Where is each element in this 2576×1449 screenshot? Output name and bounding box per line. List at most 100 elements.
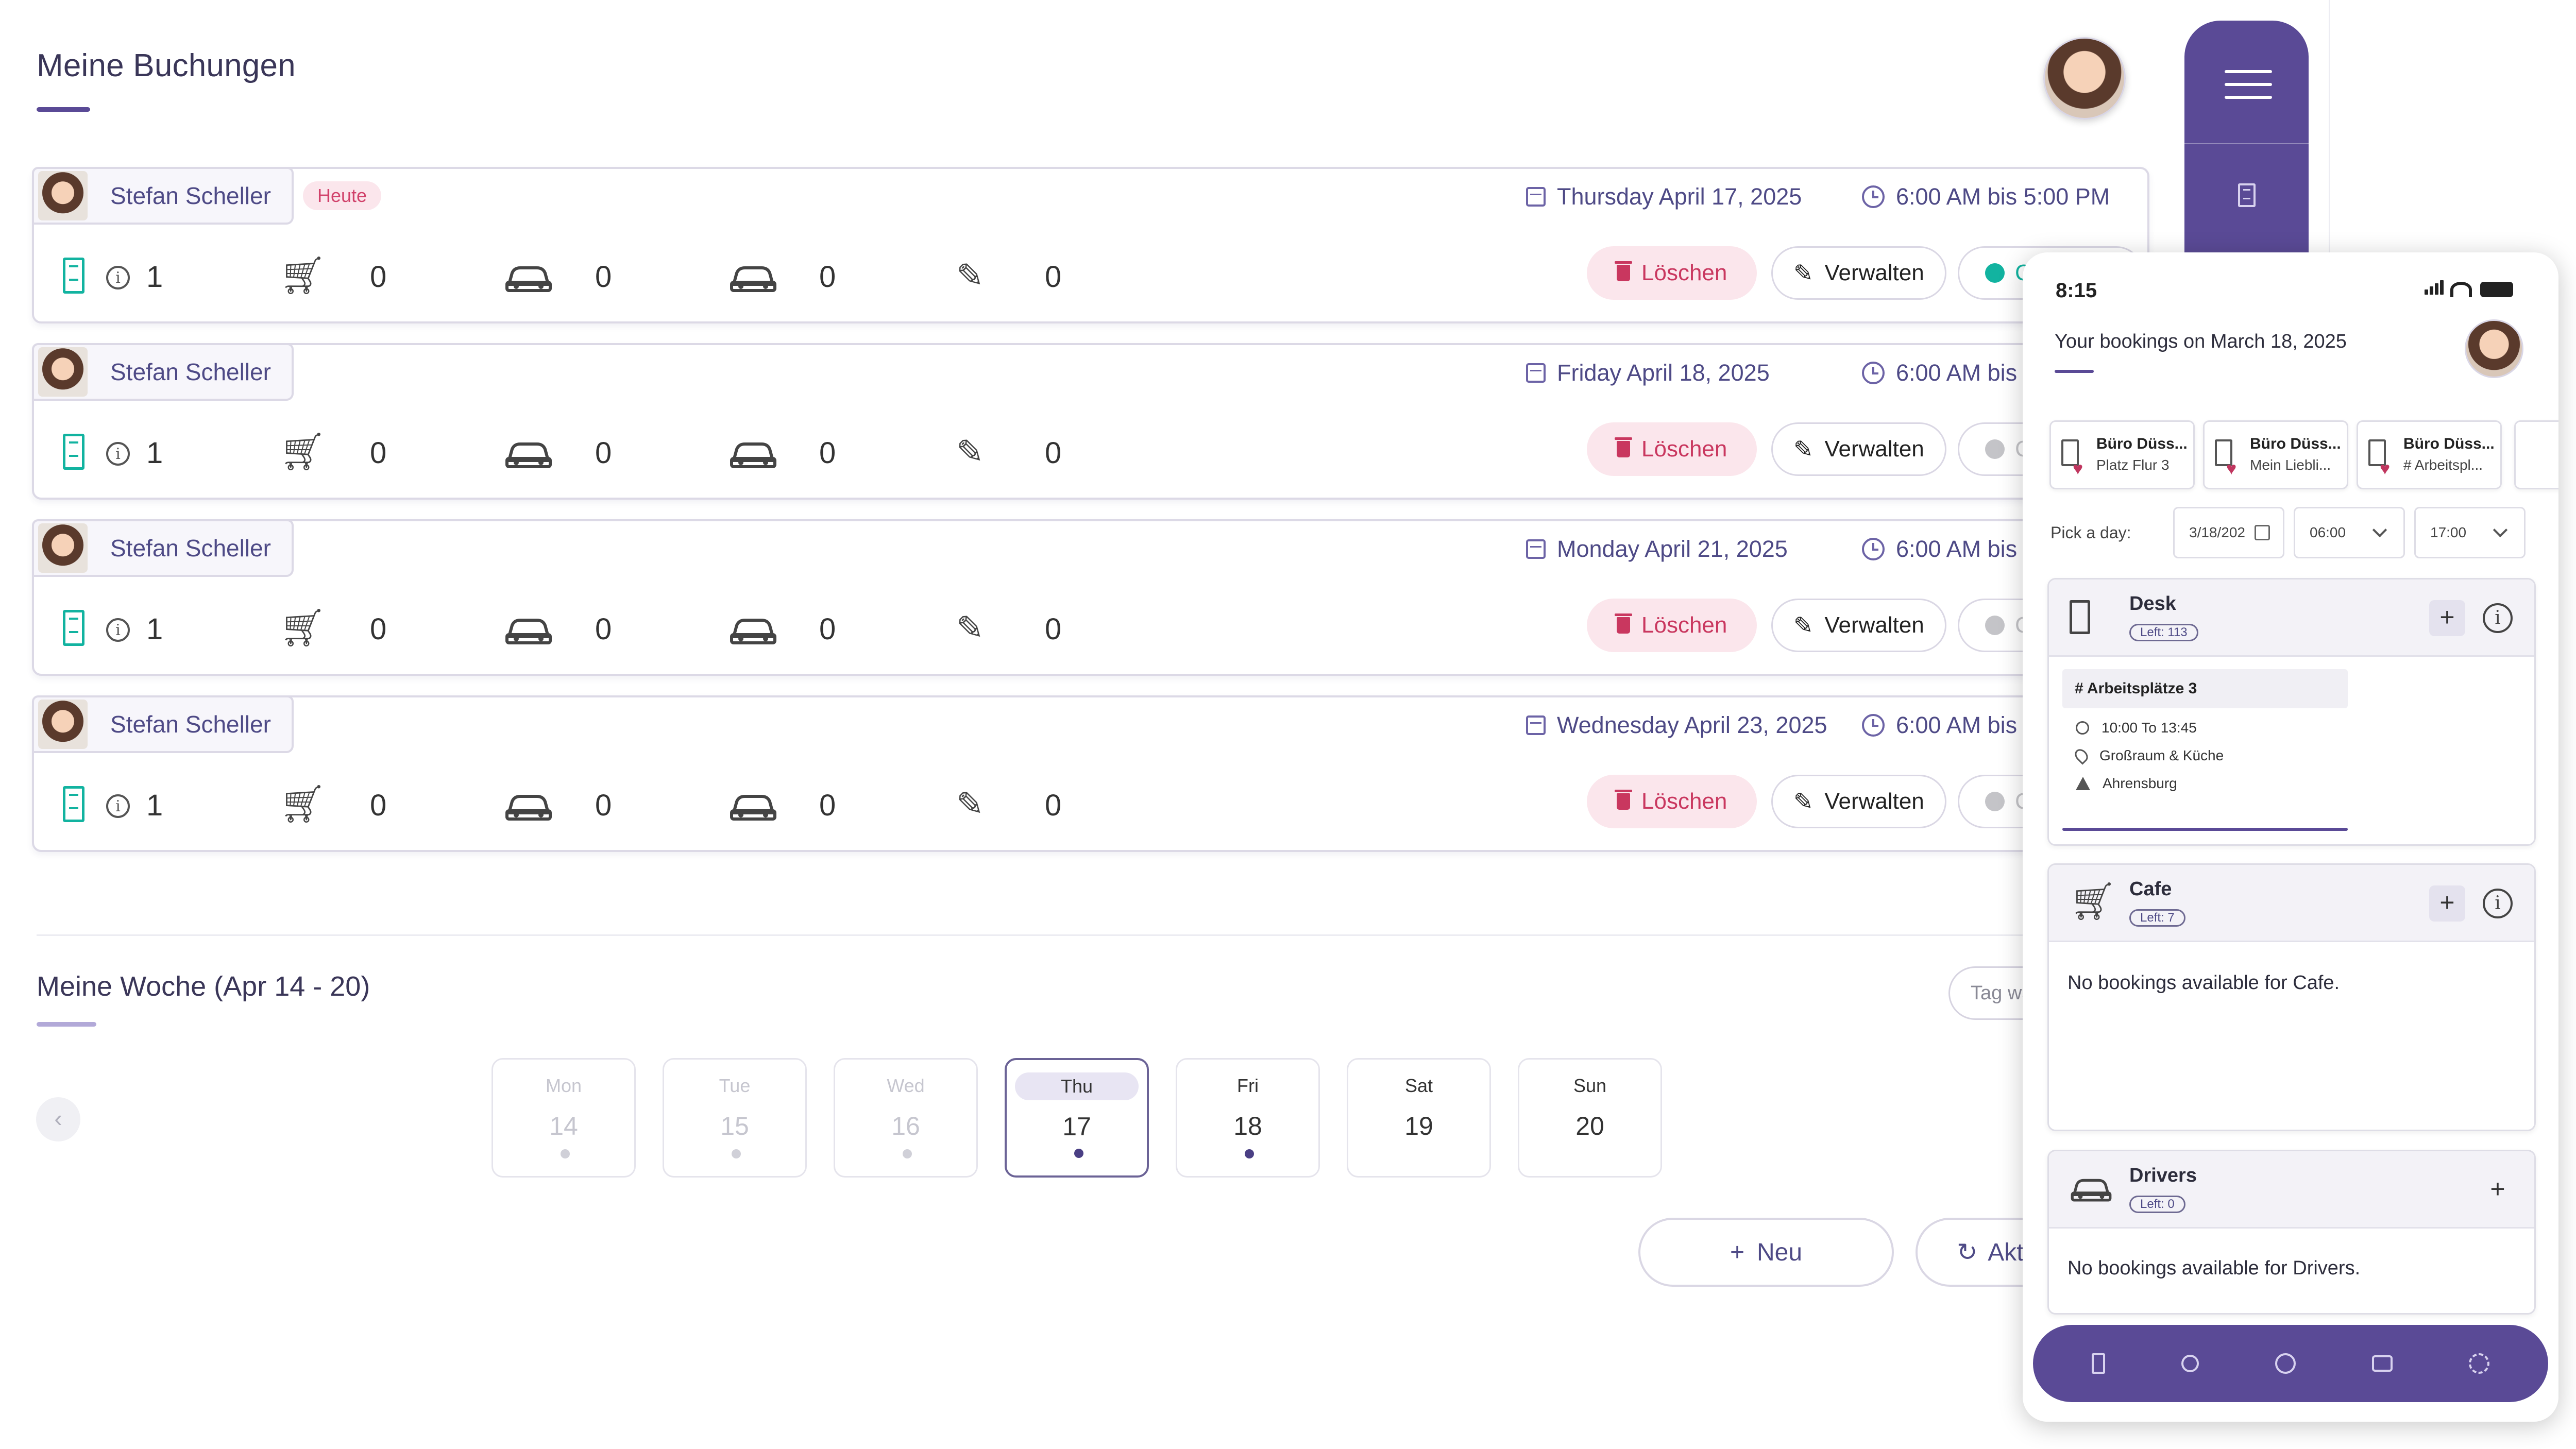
other-count: 0 bbox=[1045, 436, 1062, 470]
manage-button[interactable]: ✎ Verwalten bbox=[1771, 246, 1946, 300]
date-value: 3/18/202 bbox=[2189, 524, 2245, 540]
prev-week-button[interactable]: ‹ bbox=[36, 1097, 80, 1141]
day-number: 15 bbox=[720, 1112, 749, 1140]
check-circle-icon[interactable] bbox=[2275, 1353, 2296, 1374]
end-time-select[interactable]: 17:00 bbox=[2414, 507, 2526, 558]
day-card-sun[interactable]: Sun 20 bbox=[1518, 1058, 1662, 1178]
cafe-section: 🛒︎ Cafe Left: 7 + i No bookings availabl… bbox=[2047, 863, 2536, 1131]
booking-time-text: 6:00 AM bis bbox=[1896, 712, 2018, 738]
booking-dot bbox=[561, 1149, 570, 1158]
location-name: Büro Düss... bbox=[2403, 435, 2495, 452]
add-drivers-button[interactable]: + bbox=[2480, 1172, 2516, 1208]
info-icon[interactable]: i bbox=[106, 266, 130, 289]
delete-button[interactable]: Löschen bbox=[1587, 422, 1757, 476]
heart-icon: ♥ bbox=[2380, 459, 2391, 479]
desk-booking-title: # Arbeitsplätze 3 bbox=[2062, 669, 2348, 708]
heart-icon: ♥ bbox=[2073, 459, 2083, 479]
info-icon[interactable]: i bbox=[106, 618, 130, 642]
location-chip[interactable] bbox=[2514, 420, 2558, 489]
calendar-icon bbox=[1526, 715, 1546, 735]
user-avatar[interactable] bbox=[2043, 37, 2126, 120]
plus-icon: + bbox=[1730, 1238, 1744, 1266]
edit-note-icon: ✎ bbox=[956, 609, 984, 646]
day-name: Fri bbox=[1237, 1075, 1259, 1096]
manage-label: Verwalten bbox=[1824, 789, 1924, 814]
car-icon bbox=[504, 611, 553, 649]
location-chip[interactable]: ♥ Büro Düss... Mein Liebli... bbox=[2203, 420, 2348, 489]
desk-count: 1 bbox=[146, 612, 163, 646]
delete-button[interactable]: Löschen bbox=[1587, 599, 1757, 652]
cafe-section-header: 🛒︎ Cafe Left: 7 + i bbox=[2049, 865, 2534, 942]
info-icon[interactable]: i bbox=[2483, 889, 2513, 918]
week-title-underline bbox=[37, 1022, 96, 1027]
info-icon[interactable]: i bbox=[2483, 603, 2513, 633]
mobile-avatar[interactable] bbox=[2465, 319, 2523, 378]
day-card-tue[interactable]: Tue 15 bbox=[663, 1058, 807, 1178]
info-icon[interactable]: i bbox=[106, 442, 130, 466]
location-chip[interactable]: ♥ Büro Düss... Platz Flur 3 bbox=[2049, 420, 2195, 489]
day-card-wed[interactable]: Wed 16 bbox=[834, 1058, 978, 1178]
day-card-fri[interactable]: Fri 18 bbox=[1176, 1058, 1320, 1178]
location-chip[interactable]: ♥ Büro Düss... # Arbeitspl... bbox=[2357, 420, 2502, 489]
booking-time: 6:00 AM bis bbox=[1862, 712, 2017, 739]
booking-user-name: Stefan Scheller bbox=[110, 535, 271, 561]
drivers-section-title: Drivers bbox=[2129, 1165, 2197, 1186]
gear-icon[interactable] bbox=[2469, 1353, 2489, 1374]
chevron-down-icon bbox=[2493, 522, 2508, 538]
clock-icon bbox=[1862, 538, 1885, 560]
manage-label: Verwalten bbox=[1824, 260, 1924, 285]
desk-section-header: Desk Left: 113 + i bbox=[2049, 579, 2534, 657]
day-card-thu[interactable]: Thu 17 bbox=[1005, 1058, 1149, 1178]
delete-button[interactable]: Löschen bbox=[1587, 775, 1757, 828]
edit-note-icon: ✎ bbox=[956, 786, 984, 823]
drivers-count: 0 bbox=[595, 789, 612, 822]
add-desk-button[interactable]: + bbox=[2429, 600, 2465, 636]
start-time-select[interactable]: 06:00 bbox=[2294, 507, 2405, 558]
person-icon[interactable] bbox=[2181, 1355, 2199, 1372]
trash-icon bbox=[1615, 437, 1632, 457]
date-picker[interactable]: 3/18/202 bbox=[2173, 507, 2284, 558]
booking-date-text: Friday April 18, 2025 bbox=[1557, 360, 1770, 386]
day-card-sat[interactable]: Sat 19 bbox=[1347, 1058, 1491, 1178]
manage-label: Verwalten bbox=[1824, 612, 1924, 638]
wifi-icon bbox=[2450, 282, 2472, 297]
day-card-mon[interactable]: Mon 14 bbox=[492, 1058, 636, 1178]
signal-icon bbox=[2425, 280, 2445, 297]
camera-icon[interactable] bbox=[2372, 1355, 2393, 1372]
desk-booking-item[interactable]: # Arbeitsplätze 3 10:00 To 13:45 Großrau… bbox=[2062, 669, 2348, 831]
title-underline bbox=[37, 107, 90, 112]
pencil-icon: ✎ bbox=[1793, 612, 1814, 639]
booking-date: Wednesday April 23, 2025 bbox=[1526, 712, 1827, 739]
building-icon[interactable] bbox=[2092, 1353, 2105, 1374]
delete-label: Löschen bbox=[1641, 612, 1727, 638]
desk-booking-room: Großraum & Küche bbox=[2062, 746, 2348, 765]
delete-button[interactable]: Löschen bbox=[1587, 246, 1757, 300]
status-icons bbox=[2425, 280, 2513, 297]
manage-button[interactable]: ✎ Verwalten bbox=[1771, 422, 1946, 476]
pick-day-label: Pick a day: bbox=[2050, 523, 2131, 542]
trash-icon bbox=[1615, 261, 1632, 281]
divider bbox=[2329, 0, 2330, 258]
new-booking-button[interactable]: + Neu bbox=[1638, 1218, 1894, 1287]
info-icon[interactable]: i bbox=[106, 794, 130, 818]
drivers-count: 0 bbox=[595, 436, 612, 470]
delete-label: Löschen bbox=[1641, 260, 1727, 285]
mobile-title-underline bbox=[2055, 370, 2094, 373]
parking-count: 0 bbox=[819, 612, 836, 646]
check-icon bbox=[1985, 439, 2005, 459]
add-cafe-button[interactable]: + bbox=[2429, 885, 2465, 922]
check-icon bbox=[1985, 616, 2005, 635]
building-icon[interactable] bbox=[2238, 183, 2256, 207]
car-icon bbox=[504, 787, 553, 825]
manage-button[interactable]: ✎ Verwalten bbox=[1771, 775, 1946, 828]
cafe-left-badge: Left: 7 bbox=[2129, 909, 2185, 927]
cafe-empty-text: No bookings available for Cafe. bbox=[2067, 972, 2340, 994]
calendar-icon bbox=[1526, 187, 1546, 207]
booking-date-text: Monday April 21, 2025 bbox=[1557, 536, 1788, 562]
start-time-value: 06:00 bbox=[2310, 524, 2346, 540]
status-time: 8:15 bbox=[2056, 279, 2097, 302]
trash-icon bbox=[1615, 613, 1632, 634]
booking-dot bbox=[732, 1149, 741, 1158]
menu-icon[interactable] bbox=[2225, 70, 2272, 99]
manage-button[interactable]: ✎ Verwalten bbox=[1771, 599, 1946, 652]
